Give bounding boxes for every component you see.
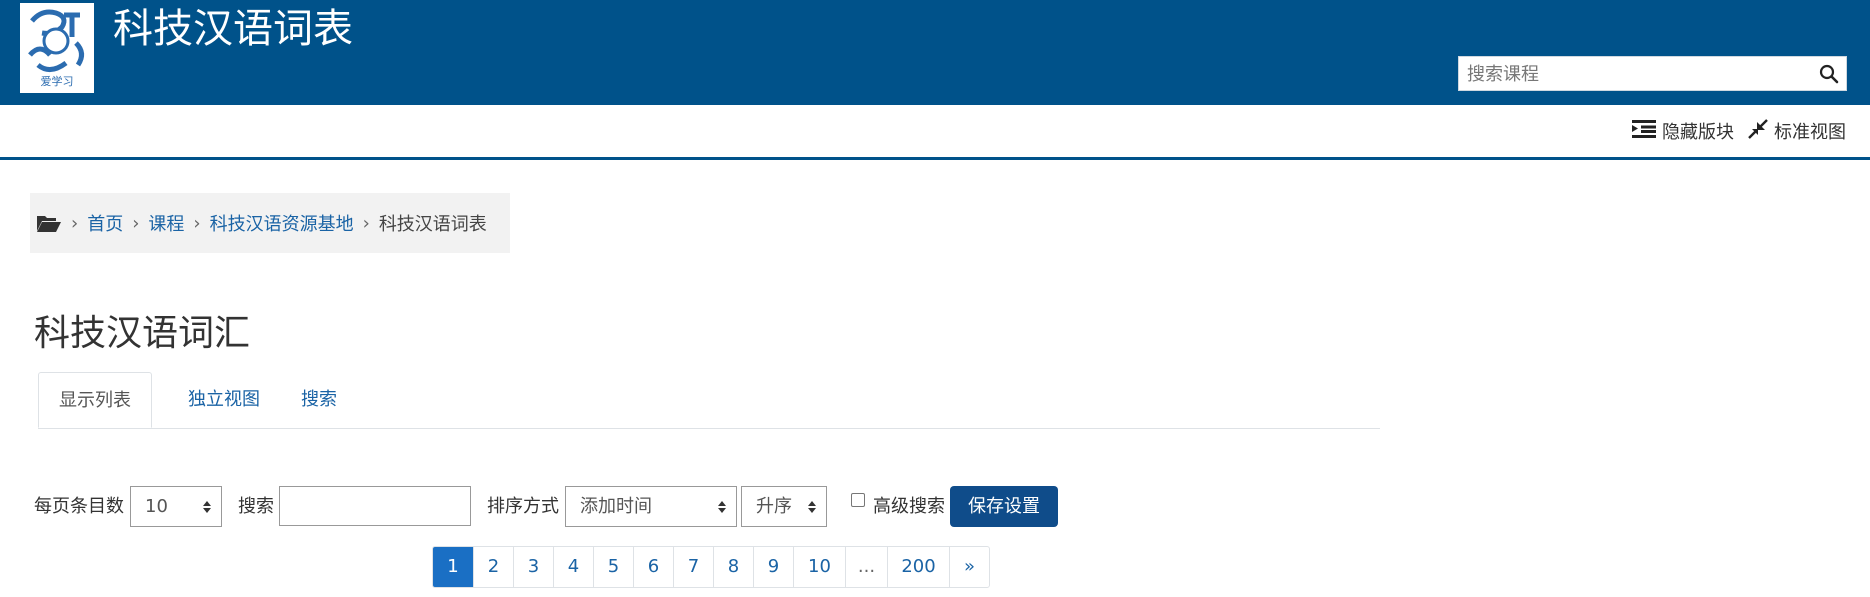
site-header: 爱学习 科技汉语词表 xyxy=(0,0,1870,105)
tab-bar: 显示列表 独立视图 搜索 xyxy=(38,372,1380,429)
order-select[interactable]: 升序 xyxy=(741,486,827,527)
site-title[interactable]: 科技汉语词表 xyxy=(113,0,353,58)
compress-icon xyxy=(1748,118,1768,144)
page-link-200[interactable]: 200 xyxy=(887,547,949,587)
per-page-label: 每页条目数 xyxy=(34,496,124,517)
page-link-3[interactable]: 3 xyxy=(513,547,553,587)
page-next-button[interactable]: » xyxy=(949,547,989,587)
standard-view-label: 标准视图 xyxy=(1774,122,1846,143)
page-link-7[interactable]: 7 xyxy=(673,547,713,587)
breadcrumb-current: 科技汉语词表 xyxy=(378,214,487,235)
tab-single-view[interactable]: 独立视图 xyxy=(168,372,280,428)
course-search xyxy=(1458,56,1847,92)
search-field[interactable] xyxy=(279,486,471,526)
hide-blocks-label: 隐藏版块 xyxy=(1662,122,1734,143)
page-link-6[interactable]: 6 xyxy=(633,547,673,587)
search-icon[interactable] xyxy=(1818,63,1840,85)
page-link-5[interactable]: 5 xyxy=(593,547,633,587)
page-title: 科技汉语词汇 xyxy=(34,313,251,354)
sort-label: 排序方式 xyxy=(487,496,559,517)
select-arrows-icon xyxy=(203,501,211,513)
page-link-9[interactable]: 9 xyxy=(753,547,793,587)
advanced-search-checkbox[interactable] xyxy=(851,493,865,507)
breadcrumb-separator: › xyxy=(71,212,79,234)
search-label: 搜索 xyxy=(238,496,274,517)
page-link-4[interactable]: 4 xyxy=(553,547,593,587)
course-search-input[interactable] xyxy=(1459,57,1809,92)
sort-value: 添加时间 xyxy=(580,496,652,517)
indent-icon xyxy=(1632,119,1656,144)
save-settings-button[interactable]: 保存设置 xyxy=(950,486,1058,527)
logo-text: 爱学习 xyxy=(40,75,74,88)
breadcrumb-resource-base[interactable]: 科技汉语资源基地 xyxy=(210,210,354,236)
breadcrumb-separator: › xyxy=(193,212,201,234)
advanced-search-label: 高级搜索 xyxy=(873,496,945,517)
page-ellipsis: ... xyxy=(845,547,887,587)
page-link-8[interactable]: 8 xyxy=(713,547,753,587)
sort-select[interactable]: 添加时间 xyxy=(565,486,737,527)
breadcrumb-courses[interactable]: 课程 xyxy=(148,210,184,236)
per-page-value: 10 xyxy=(145,496,168,517)
page-link-1[interactable]: 1 xyxy=(433,547,473,587)
folder-open-icon xyxy=(36,213,62,233)
pagination: 1 2 3 4 5 6 7 8 9 10 ... 200 » xyxy=(432,546,990,588)
per-page-select[interactable]: 10 xyxy=(130,486,222,527)
tab-list-view[interactable]: 显示列表 xyxy=(38,372,152,428)
select-arrows-icon xyxy=(718,501,726,513)
breadcrumb-home[interactable]: 首页 xyxy=(87,210,123,236)
tab-search[interactable]: 搜索 xyxy=(281,372,357,428)
page-link-2[interactable]: 2 xyxy=(473,547,513,587)
breadcrumb: › 首页 › 课程 › 科技汉语资源基地 › 科技汉语词表 xyxy=(30,193,510,253)
site-logo[interactable]: 爱学习 xyxy=(20,3,94,93)
order-value: 升序 xyxy=(756,496,792,517)
navbar: 隐藏版块 标准视图 xyxy=(0,105,1870,160)
hide-blocks-button[interactable]: 隐藏版块 xyxy=(1632,118,1734,144)
page-link-10[interactable]: 10 xyxy=(793,547,845,587)
breadcrumb-separator: › xyxy=(132,212,140,234)
select-arrows-icon xyxy=(808,501,816,513)
breadcrumb-separator: › xyxy=(362,212,370,234)
standard-view-button[interactable]: 标准视图 xyxy=(1748,118,1846,144)
